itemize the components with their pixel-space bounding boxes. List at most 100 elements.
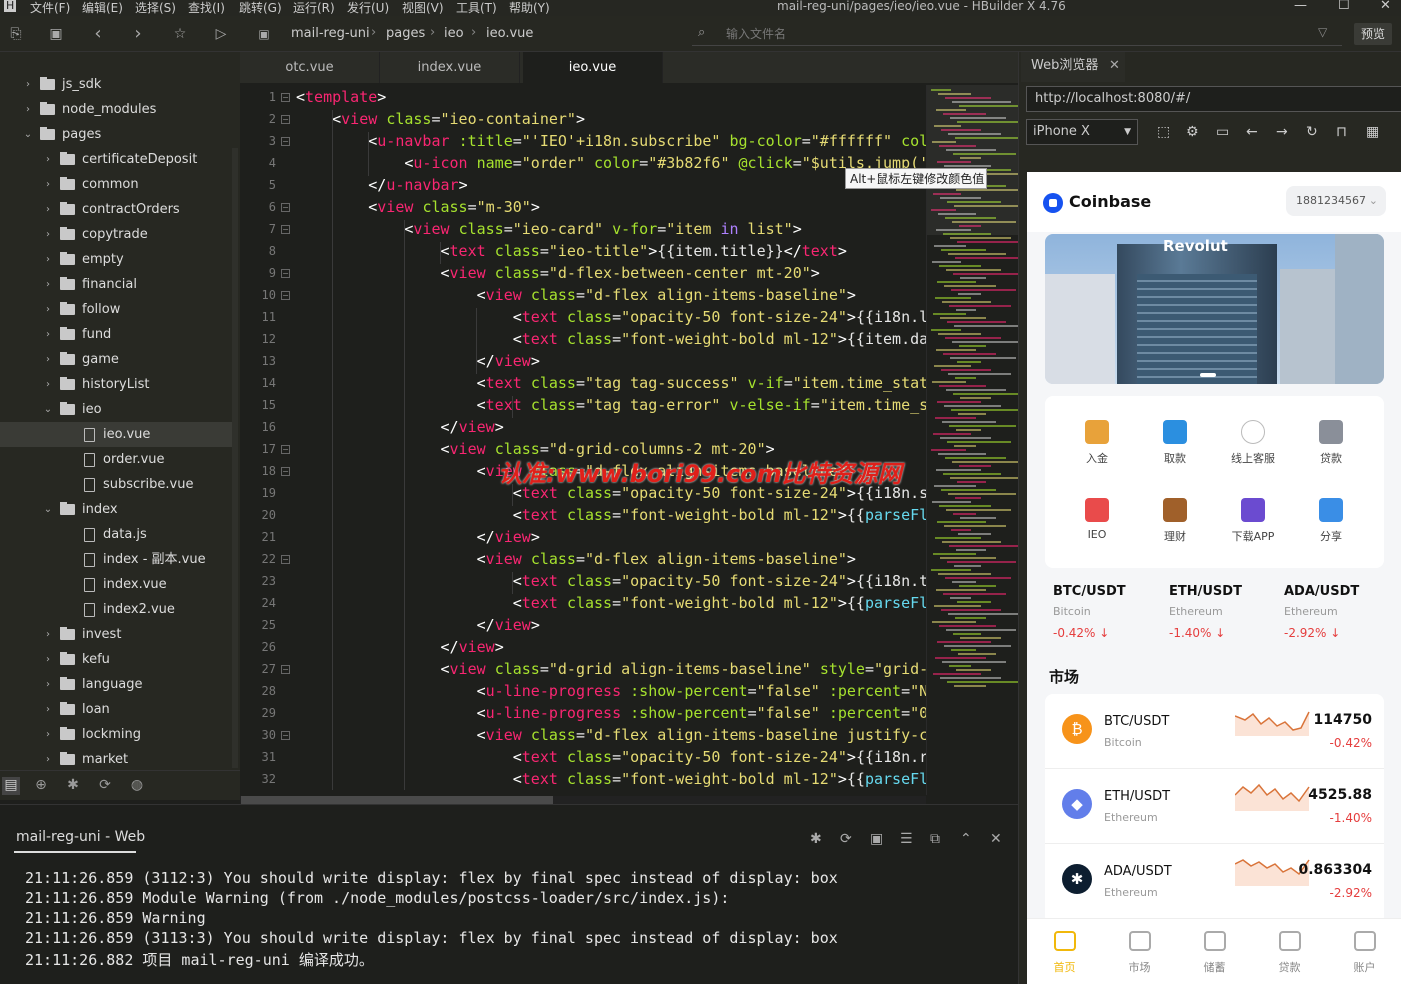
code-line[interactable]: <view class="d-flex align-items-baseline… xyxy=(296,286,856,304)
fold-toggle-icon[interactable]: − xyxy=(281,445,290,454)
tree-item[interactable]: ⌄ index xyxy=(0,497,232,522)
tree-item[interactable]: › contractOrders xyxy=(0,197,232,222)
tree-item[interactable]: › financial xyxy=(0,272,232,297)
chevron-right-icon[interactable]: › xyxy=(42,297,54,322)
tree-item[interactable]: › certificateDeposit xyxy=(0,147,232,172)
chevron-right-icon[interactable]: › xyxy=(42,147,54,172)
quick-action-5[interactable]: IEO xyxy=(1055,498,1139,558)
tree-item[interactable]: data.js xyxy=(0,522,232,547)
tree-item[interactable]: › common xyxy=(0,172,232,197)
tree-item[interactable]: › kefu xyxy=(0,647,232,672)
chevron-right-icon[interactable]: › xyxy=(22,72,34,97)
menu-find[interactable]: 查找(I) xyxy=(188,0,225,16)
fold-toggle-icon[interactable]: − xyxy=(281,115,290,124)
chevron-up-icon[interactable]: ⌃ xyxy=(960,831,972,847)
file-explorer-icon[interactable]: ▤ xyxy=(2,777,20,795)
chevron-right-icon[interactable]: › xyxy=(42,622,54,647)
tree-item[interactable]: index.vue xyxy=(0,572,232,597)
plugin-icon[interactable]: ◍ xyxy=(128,777,146,795)
minimap[interactable] xyxy=(926,85,1031,795)
url-input[interactable]: http://localhost:8080/#/ xyxy=(1026,86,1401,112)
close-tab-icon[interactable]: ✕ xyxy=(1109,52,1120,80)
open-external-icon[interactable]: ⧉ xyxy=(930,831,940,847)
market-row[interactable]: ◆ ETH/USDT Ethereum 4525.88 -1.40% xyxy=(1045,769,1384,844)
tree-item[interactable]: › node_modules xyxy=(0,97,232,122)
tree-item[interactable]: › js_sdk xyxy=(0,72,232,97)
close-icon[interactable]: ✕ xyxy=(1380,0,1391,13)
tab-index-vue[interactable]: index.vue xyxy=(380,52,520,83)
code-line[interactable]: <template> xyxy=(296,88,386,106)
ticker-eth[interactable]: ETH/USDT Ethereum -1.40% ↓ xyxy=(1169,584,1279,640)
menu-select[interactable]: 选择(S) xyxy=(135,0,176,16)
tree-item[interactable]: ⌄ pages xyxy=(0,122,232,147)
code-line[interactable]: <view class="d-flex align-items-baseline… xyxy=(296,726,929,744)
tree-item[interactable]: › lockming xyxy=(0,722,232,747)
code-line[interactable]: <text class="font-weight-bold ml-12">{{p… xyxy=(296,770,928,788)
code-line[interactable]: <view class="ieo-container"> xyxy=(296,110,585,128)
code-line[interactable]: </view> xyxy=(296,638,504,656)
chevron-right-icon[interactable]: › xyxy=(22,97,34,122)
close-panel-icon[interactable]: ✕ xyxy=(990,831,1002,847)
tree-item[interactable]: index - 副本.vue xyxy=(0,547,232,572)
horizontal-scrollbar-thumb[interactable] xyxy=(241,796,553,804)
chevron-down-icon[interactable]: ⌄ xyxy=(42,497,54,522)
menu-tools[interactable]: 工具(T) xyxy=(456,0,497,16)
code-line[interactable]: <text class="font-weight-bold ml-12">{{p… xyxy=(296,506,928,524)
clear-log-icon[interactable]: ☰ xyxy=(900,831,913,847)
menu-file[interactable]: 文件(F) xyxy=(30,0,70,16)
tree-item[interactable]: subscribe.vue xyxy=(0,472,232,497)
tree-item[interactable]: index2.vue xyxy=(0,597,232,622)
breadcrumb-file[interactable]: ieo.vue xyxy=(486,26,533,41)
fold-toggle-icon[interactable]: − xyxy=(281,269,290,278)
menu-help[interactable]: 帮助(Y) xyxy=(509,0,550,16)
tabbar-item[interactable]: 市场 xyxy=(1102,931,1177,975)
chevron-right-icon[interactable]: › xyxy=(42,347,54,372)
menu-goto[interactable]: 跳转(G) xyxy=(239,0,282,16)
code-line[interactable]: <text class="tag tag-success" v-if="item… xyxy=(296,374,929,392)
ticker-btc[interactable]: BTC/USDT Bitcoin -0.42% ↓ xyxy=(1053,584,1163,640)
minimize-icon[interactable]: — xyxy=(1294,0,1307,13)
breadcrumb-pages[interactable]: pages xyxy=(386,26,425,41)
code-line[interactable]: <text class="opacity-50 font-size-24">{{… xyxy=(296,572,928,590)
tree-item[interactable]: order.vue xyxy=(0,447,232,472)
refresh-icon[interactable]: ⟳ xyxy=(840,831,852,847)
fold-toggle-icon[interactable]: − xyxy=(281,225,290,234)
tree-item[interactable]: › market xyxy=(0,747,232,772)
chevron-right-icon[interactable]: › xyxy=(42,272,54,297)
forward-icon[interactable]: › xyxy=(130,25,146,43)
chevron-right-icon[interactable]: › xyxy=(42,722,54,747)
tree-item[interactable]: ⌄ ieo xyxy=(0,397,232,422)
chevron-down-icon[interactable]: ⌄ xyxy=(22,122,34,147)
fold-toggle-icon[interactable]: − xyxy=(281,467,290,476)
tabbar-item[interactable]: 账户 xyxy=(1327,931,1401,975)
fold-toggle-icon[interactable]: − xyxy=(281,203,290,212)
forward-arrow-icon[interactable]: → xyxy=(1276,124,1288,140)
chevron-right-icon[interactable]: › xyxy=(42,672,54,697)
tree-item[interactable]: › invest xyxy=(0,622,232,647)
sidebar-scrollbar[interactable] xyxy=(232,148,238,768)
tree-item[interactable]: › copytrade xyxy=(0,222,232,247)
menu-publish[interactable]: 发行(U) xyxy=(347,0,389,16)
carousel-indicator[interactable] xyxy=(1200,373,1216,377)
fold-toggle-icon[interactable]: − xyxy=(281,93,290,102)
source-control-icon[interactable]: ⟳ xyxy=(96,777,114,795)
code-line[interactable]: </u-navbar> xyxy=(296,176,467,194)
console-icon[interactable]: ▭ xyxy=(1216,124,1229,140)
tab-web-browser[interactable]: Web浏览器 ✕ xyxy=(1021,52,1125,82)
quick-action-7[interactable]: 下载APP xyxy=(1211,498,1295,558)
code-line[interactable]: <text class="font-weight-bold ml-12">{{p… xyxy=(296,594,928,612)
code-editor[interactable]: 1− <template> 2− <view class="ieo-containe… xyxy=(240,83,1018,795)
code-line[interactable]: <u-navbar :title="'IEO'+i18n.subscribe" … xyxy=(296,132,928,150)
tree-item[interactable]: › historyList xyxy=(0,372,232,397)
preview-button[interactable]: 预览 xyxy=(1354,23,1392,45)
reload-icon[interactable]: ↻ xyxy=(1306,124,1318,140)
bug-icon[interactable]: ✱ xyxy=(64,777,82,795)
market-row[interactable]: ₿ BTC/USDT Bitcoin 114750 -0.42% xyxy=(1045,694,1384,769)
tree-item[interactable]: › empty xyxy=(0,247,232,272)
bug-icon[interactable]: ✱ xyxy=(810,831,822,847)
screenshot-icon[interactable]: ⬚ xyxy=(1157,124,1170,140)
tree-item[interactable]: › fund xyxy=(0,322,232,347)
chevron-right-icon[interactable]: › xyxy=(42,222,54,247)
quick-action-1[interactable]: 入金 xyxy=(1055,420,1139,480)
tree-item[interactable]: › game xyxy=(0,347,232,372)
